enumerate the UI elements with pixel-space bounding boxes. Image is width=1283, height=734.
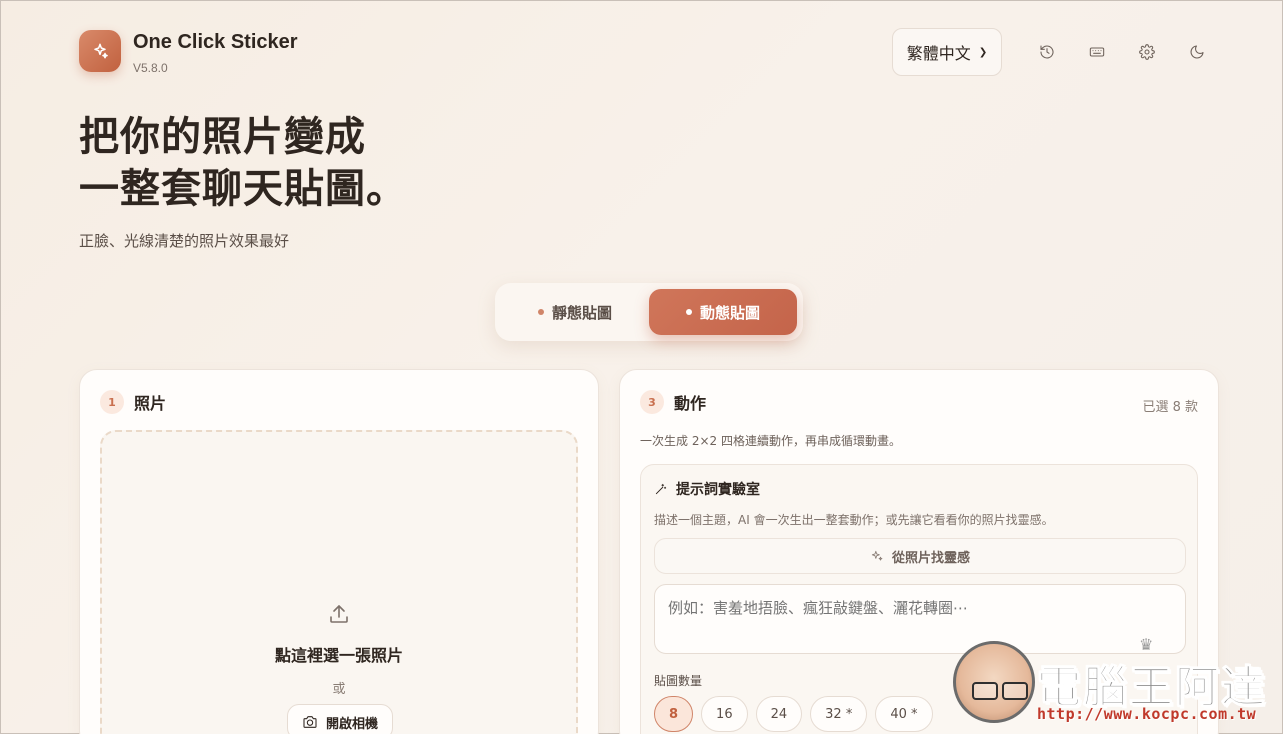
hero-title-line2: 一整套聊天貼圖。: [79, 166, 407, 212]
action-card-description: 一次生成 2×2 四格連續動作，再串成循環動畫。: [640, 434, 901, 448]
gear-icon: [1139, 44, 1155, 60]
inspire-from-photo-label: 從照片找靈感: [891, 550, 970, 566]
app-version: V5.8.0: [133, 61, 168, 75]
hero-title-line1: 把你的照片變成: [79, 114, 366, 160]
keyboard-icon: [1089, 47, 1105, 57]
dot-icon: [685, 309, 692, 315]
open-camera-label: 開啟相機: [325, 716, 378, 732]
step-badge: 3: [640, 390, 664, 414]
topbar: 繁體中文 ❯: [892, 28, 1222, 76]
static-sticker-tab[interactable]: 靜態貼圖: [501, 289, 649, 335]
open-camera-button[interactable]: 開啟相機: [287, 704, 393, 734]
hero-subtitle: 正臉、光線清楚的照片效果最好: [79, 232, 290, 250]
sticker-count-label: 貼圖數量: [654, 674, 703, 688]
animated-sticker-label: 動態貼圖: [699, 303, 760, 322]
theme-toggle-button[interactable]: [1172, 28, 1222, 76]
chevron-down-icon: ❯: [978, 46, 988, 58]
photo-card-title: 照片: [134, 394, 167, 413]
history-icon: [1040, 45, 1054, 59]
photo-dropzone[interactable]: 點這裡選一張照片 或 開啟相機: [100, 430, 578, 734]
sticker-count-options: 8 16 24 32 * 40 *: [654, 696, 933, 732]
dropzone-title: 點這裡選一張照片: [274, 646, 403, 665]
photo-card: 1 照片 點這裡選一張照片 或 開啟相機: [79, 369, 599, 734]
inspire-from-photo-button[interactable]: 從照片找靈感: [654, 538, 1186, 574]
brand: One Click Sticker V5.8.0: [79, 30, 298, 75]
app-title: One Click Sticker: [133, 31, 298, 53]
keyboard-shortcuts-button[interactable]: [1072, 28, 1122, 76]
settings-button[interactable]: [1122, 28, 1172, 76]
camera-icon: [303, 716, 317, 728]
sparkle-icon: [79, 30, 121, 72]
hero-title: 把你的照片變成 一整套聊天貼圖。: [79, 111, 407, 215]
history-button[interactable]: [1022, 28, 1072, 76]
action-card-title: 動作: [674, 394, 707, 413]
animated-sticker-tab[interactable]: 動態貼圖: [649, 289, 797, 335]
prompt-lab-description: 描述一個主題，AI 會一次生出一整套動作；或先讓它看看你的照片找靈感。: [654, 513, 1054, 527]
static-sticker-label: 靜態貼圖: [551, 303, 612, 322]
watermark: ♛ 電腦王阿達 http://www.kocpc.com.tw: [951, 635, 1281, 731]
dot-icon: [537, 309, 544, 315]
count-option-16[interactable]: 16: [701, 696, 748, 732]
dropzone-or: 或: [332, 682, 346, 697]
watermark-mascot: [953, 641, 1035, 723]
upload-icon: [330, 605, 348, 623]
count-option-24[interactable]: 24: [755, 696, 803, 732]
mode-toggle: 靜態貼圖 動態貼圖: [495, 283, 803, 341]
language-select[interactable]: 繁體中文 ❯: [892, 28, 1002, 76]
moon-icon: [1190, 45, 1204, 59]
count-option-40[interactable]: 40 *: [875, 696, 933, 732]
count-option-32[interactable]: 32 *: [810, 696, 868, 732]
step-badge: 1: [100, 390, 124, 414]
selected-count: 已選 8 款: [1142, 400, 1198, 415]
watermark-url: http://www.kocpc.com.tw: [1037, 705, 1257, 723]
magic-wand-icon: [655, 483, 667, 495]
language-select-value: 繁體中文: [906, 44, 971, 63]
prompt-lab-title: 提示詞實驗室: [676, 482, 760, 498]
sparkle-icon: [871, 550, 883, 561]
count-option-8[interactable]: 8: [654, 696, 694, 732]
